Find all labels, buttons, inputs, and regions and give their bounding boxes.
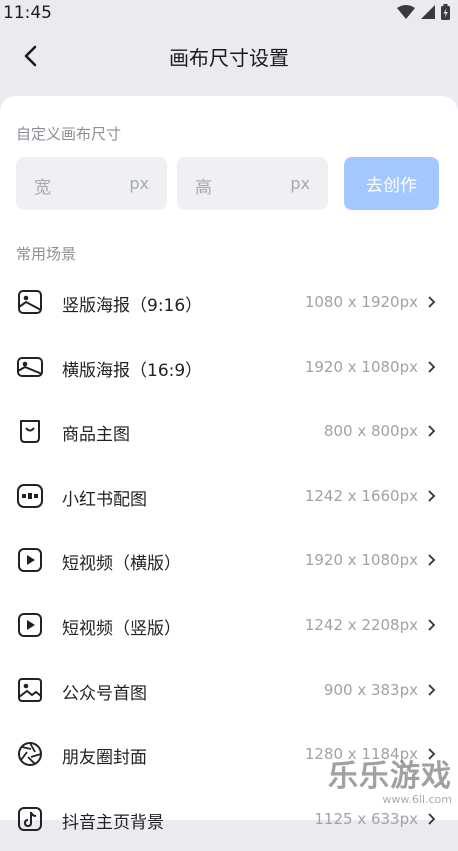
scene-name: 短视频（竖版） <box>62 618 181 639</box>
scene-name: 横版海报（16:9） <box>62 360 203 381</box>
scene-name: 商品主图 <box>62 425 130 446</box>
chevron-right-icon <box>428 619 436 631</box>
chevron-right-icon <box>428 813 436 825</box>
chevron-right-icon <box>428 296 436 308</box>
scene-size: 1125 x 633px <box>314 809 418 828</box>
watermark: 乐乐游戏 www.6ll.com <box>328 751 452 806</box>
scene-name: 短视频（横版） <box>62 554 181 575</box>
scene-name: 抖音主页背景 <box>62 812 164 833</box>
chevron-right-icon <box>428 554 436 567</box>
wifi-icon <box>397 5 415 19</box>
height-unit: px <box>290 174 310 193</box>
scene-item[interactable]: 商品主图 800 x 800px <box>0 399 458 464</box>
scene-item[interactable]: 竖版海报（9:16） 1080 x 1920px <box>0 270 458 335</box>
chevron-right-icon <box>428 360 436 373</box>
status-time: 11:45 <box>3 3 52 23</box>
height-placeholder: 高 <box>195 178 212 198</box>
width-input[interactable]: 宽 px <box>16 157 167 210</box>
landscape-poster-icon <box>17 356 43 377</box>
portrait-poster-icon <box>18 290 42 314</box>
douyin-icon <box>18 806 42 831</box>
header: 画布尺寸设置 <box>0 28 458 88</box>
battery-icon <box>441 4 450 20</box>
scene-name: 竖版海报（9:16） <box>62 296 203 316</box>
page-title: 画布尺寸设置 <box>169 46 289 70</box>
common-scenes-label: 常用场景 <box>16 245 77 263</box>
scene-name: 小红书配图 <box>62 489 147 510</box>
scene-size: 1920 x 1080px <box>304 551 418 570</box>
signal-icon <box>421 5 435 19</box>
image-icon <box>18 677 42 702</box>
scene-size: 1242 x 2208px <box>304 615 418 634</box>
scene-item[interactable]: 公众号首图 900 x 383px <box>0 658 458 723</box>
status-icons <box>397 4 450 20</box>
scene-size: 800 x 800px <box>323 422 418 441</box>
scene-size: 1080 x 1920px <box>304 293 418 311</box>
status-bar: 11:45 <box>0 0 458 28</box>
xiaohongshu-icon <box>17 483 43 508</box>
aperture-icon <box>18 742 42 767</box>
scene-size: 900 x 383px <box>323 680 418 699</box>
scene-name: 公众号首图 <box>62 683 147 704</box>
scene-item[interactable]: 横版海报（16:9） 1920 x 1080px <box>0 335 458 400</box>
width-placeholder: 宽 <box>34 178 51 198</box>
watermark-text: 乐乐游戏 <box>328 759 452 794</box>
chevron-right-icon <box>428 490 436 502</box>
video-play-icon <box>18 548 42 573</box>
scene-name: 朋友圈封面 <box>62 748 147 769</box>
video-play-icon <box>18 612 42 637</box>
scene-size: 1920 x 1080px <box>304 357 418 376</box>
chevron-right-icon <box>428 683 436 696</box>
shopping-bag-icon <box>20 420 40 444</box>
scene-item[interactable]: 短视频（竖版） 1242 x 2208px <box>0 593 458 658</box>
create-button[interactable]: 去创作 <box>344 157 439 210</box>
scene-item[interactable]: 小红书配图 1242 x 1660px <box>0 464 458 529</box>
height-input[interactable]: 高 px <box>177 157 328 210</box>
scene-item[interactable]: 短视频（横版） 1920 x 1080px <box>0 528 458 593</box>
scene-size: 1242 x 1660px <box>304 486 418 505</box>
custom-size-label: 自定义画布尺寸 <box>16 125 122 143</box>
chevron-right-icon <box>428 425 436 437</box>
width-unit: px <box>129 174 149 193</box>
